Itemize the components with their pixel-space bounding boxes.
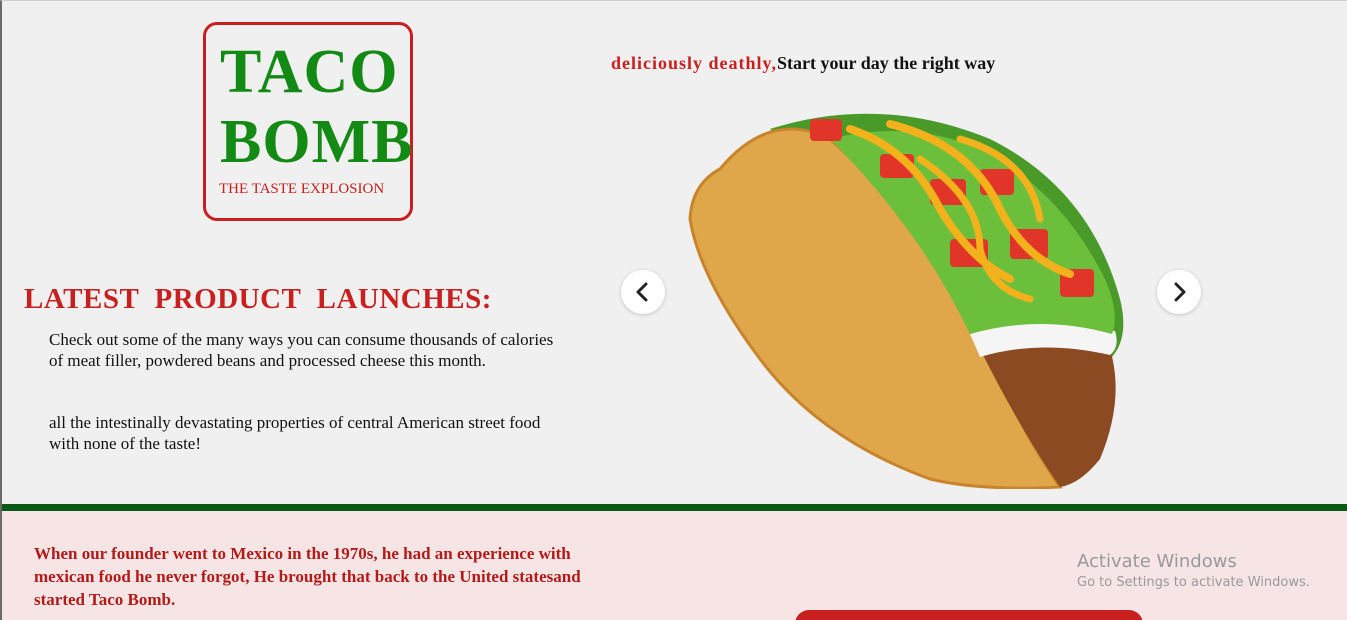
red-tab-button[interactable]	[795, 610, 1143, 620]
launches-paragraph-1: Check out some of the many ways you can …	[49, 330, 554, 370]
hero-section: TACO BOMB THE TASTE EXPLOSION LATEST PRO…	[2, 1, 1347, 504]
watermark-subtitle: Go to Settings to activate Windows.	[1077, 575, 1310, 590]
carousel-prev-button[interactable]	[621, 270, 665, 314]
about-text: When our founder went to Mexico in the 1…	[34, 544, 581, 609]
taco-image	[688, 113, 1124, 489]
launches-heading: LATEST PRODUCT LAUNCHES:	[24, 283, 492, 315]
carousel-next-button[interactable]	[1157, 270, 1201, 314]
about-section: When our founder went to Mexico in the 1…	[2, 511, 1347, 620]
product-carousel	[620, 97, 1202, 489]
launches-paragraph-2: all the intestinally devastating propert…	[49, 413, 541, 453]
logo-tagline: THE TASTE EXPLOSION	[219, 181, 385, 197]
logo-line-2: BOMB	[220, 108, 414, 176]
watermark-title: Activate Windows	[1077, 551, 1237, 572]
activate-windows-watermark: Activate Windows Go to Settings to activ…	[1077, 551, 1310, 593]
slogan: deliciously deathly,Start your day the r…	[611, 53, 995, 74]
chevron-right-icon	[1174, 282, 1186, 302]
section-divider	[2, 504, 1347, 511]
slogan-highlight: deliciously deathly,	[611, 53, 778, 73]
logo-line-1: TACO	[220, 38, 399, 106]
slogan-rest: Start your day the right way	[777, 53, 996, 73]
logo[interactable]: TACO BOMB THE TASTE EXPLOSION	[203, 22, 413, 221]
chevron-left-icon	[636, 282, 648, 302]
